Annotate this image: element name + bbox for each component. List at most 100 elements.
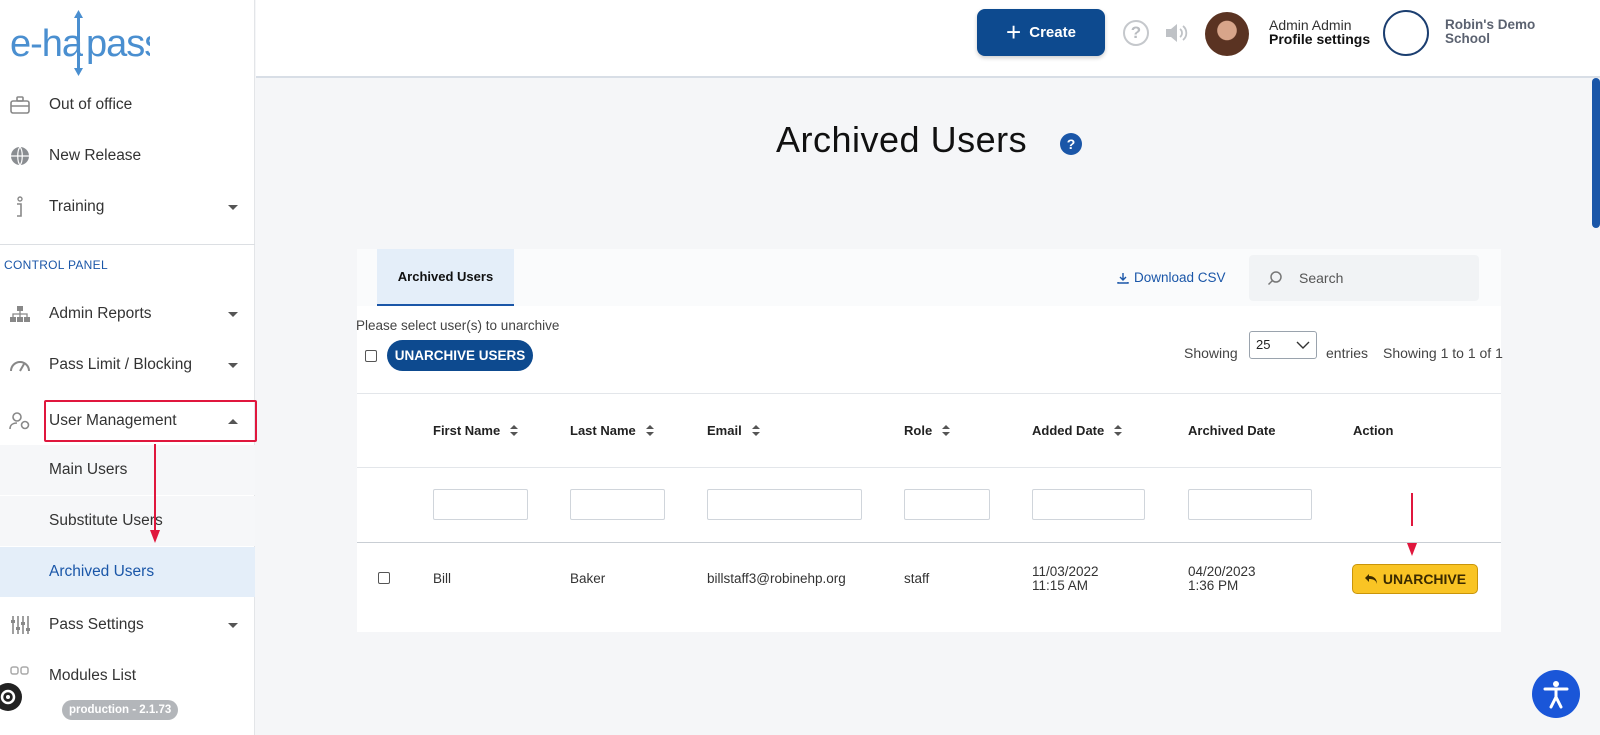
users-gear-icon [9,410,31,432]
school-name[interactable]: Robin's Demo School [1445,18,1555,46]
archived-date: 04/20/2023 [1188,564,1256,579]
settings-gear-icon[interactable] [0,683,22,711]
sidebar-item-label: Training [49,198,105,215]
entries-select[interactable]: 25 [1249,331,1317,359]
sidebar-item-pass-limit[interactable]: Pass Limit / Blocking [0,340,255,390]
section-title: CONTROL PANEL [4,258,108,272]
sidebar-item-pass-settings[interactable]: Pass Settings [0,600,255,650]
sliders-icon [9,614,31,636]
gauge-icon [9,354,31,376]
profile-settings-link[interactable]: Profile settings [1269,31,1370,47]
column-label: Role [904,423,933,438]
sidebar-item-label: Modules List [49,667,137,684]
scrollbar[interactable] [1592,78,1600,228]
column-label: Last Name [570,423,636,438]
column-header-first-name[interactable]: First Name [433,423,519,438]
sidebar-item-out-of-office[interactable]: Out of office [0,80,255,130]
cell-role: staff [904,571,930,586]
avatar[interactable] [1205,12,1249,56]
search-box [1249,255,1479,301]
cell-first-name: Bill [433,571,452,586]
sidebar-item-label: Main Users [49,461,128,478]
tab-archived-users[interactable]: Archived Users [377,249,514,306]
chevron-down-icon [1296,341,1310,349]
chevron-down-icon [228,622,238,628]
sidebar-item-label: Pass Limit / Blocking [49,356,192,373]
annotation-highlight-box [44,400,257,442]
column-header-last-name[interactable]: Last Name [570,423,654,438]
school-logo[interactable] [1383,10,1429,56]
accessibility-icon[interactable] [1532,670,1580,718]
download-csv-label: Download CSV [1134,270,1226,285]
cell-email: billstaff3@robinehp.org [707,571,846,586]
sidebar-item-modules-list[interactable]: Modules List [0,651,255,701]
annotation-arrow-head [1407,543,1417,556]
entries-value: 25 [1256,337,1271,352]
sidebar-item-label: Substitute Users [49,512,163,529]
sidebar-item-admin-reports[interactable]: Admin Reports [0,289,255,339]
added-date: 11/03/2022 [1032,564,1099,579]
column-label: Added Date [1032,423,1105,438]
sidebar-item-label: Out of office [49,96,133,113]
cell-archived-date: 04/20/2023 1:36 PM [1188,565,1256,593]
cell-last-name: Baker [570,571,606,586]
create-button[interactable]: + Create [977,9,1105,56]
table-divider [357,467,1501,468]
filter-role-input[interactable] [904,489,990,520]
sidebar-item-training[interactable]: Training [0,182,255,232]
search-input[interactable] [1299,263,1469,293]
sidebar-item-substitute-users[interactable]: Substitute Users [0,496,255,546]
download-icon [1117,272,1129,284]
download-csv-link[interactable]: Download CSV [1117,270,1226,285]
column-header-archived-date: Archived Date [1188,423,1275,438]
sidebar-item-label: Admin Reports [49,305,152,322]
filter-first-name-input[interactable] [433,489,528,520]
table-divider [357,542,1501,543]
undo-icon [1364,574,1377,584]
version-badge: production - 2.1.73 [62,700,179,720]
column-label: Email [707,423,742,438]
chevron-down-icon [228,311,238,317]
help-icon[interactable]: ? [1123,20,1149,46]
archived-time: 1:36 PM [1188,578,1239,593]
sidebar-item-main-users[interactable]: Main Users [0,445,255,495]
sort-icon [751,425,760,436]
speaker-icon[interactable] [1163,20,1189,46]
filter-added-date-input[interactable] [1032,489,1145,520]
sitemap-icon [9,303,31,325]
sidebar-item-new-release[interactable]: New Release [0,131,255,181]
chevron-down-icon [228,204,238,210]
sidebar-item-label: New Release [49,147,142,164]
column-label: Action [1353,423,1394,438]
globe-icon [9,145,31,167]
table-border [357,393,1501,394]
filter-archived-date-input[interactable] [1188,489,1312,520]
unarchive-button[interactable]: UNARCHIVE [1352,564,1478,594]
sort-icon [510,425,519,436]
sidebar-item-archived-users[interactable]: Archived Users [0,547,255,597]
select-all-checkbox[interactable] [365,350,377,362]
sort-icon [942,425,951,436]
sort-icon [1114,425,1123,436]
column-header-email[interactable]: Email [707,423,760,438]
annotation-arrow-head [150,530,160,543]
search-icon [1267,271,1282,286]
unarchive-button-label: UNARCHIVE [1382,571,1467,587]
column-header-role[interactable]: Role [904,423,951,438]
added-time: 11:15 AM [1032,578,1089,593]
help-circle-icon[interactable]: ? [1060,133,1082,155]
column-header-action: Action [1353,423,1393,438]
showing-count: Showing 1 to 1 of 1 [1383,345,1503,361]
filter-email-input[interactable] [707,489,862,520]
row-checkbox[interactable] [378,572,390,584]
column-header-added-date[interactable]: Added Date [1032,423,1123,438]
chevron-down-icon [228,362,238,368]
svg-text:pass: pass [86,23,150,65]
showing-label: Showing [1184,345,1238,361]
column-label: Archived Date [1188,423,1276,438]
unarchive-users-button[interactable]: UNARCHIVE USERS [387,340,533,371]
cell-added-date: 11/03/2022 11:15 AM [1032,565,1099,593]
info-icon [9,196,31,218]
e-hallpass-logo[interactable]: e-ha pass [10,10,150,76]
filter-last-name-input[interactable] [570,489,665,520]
